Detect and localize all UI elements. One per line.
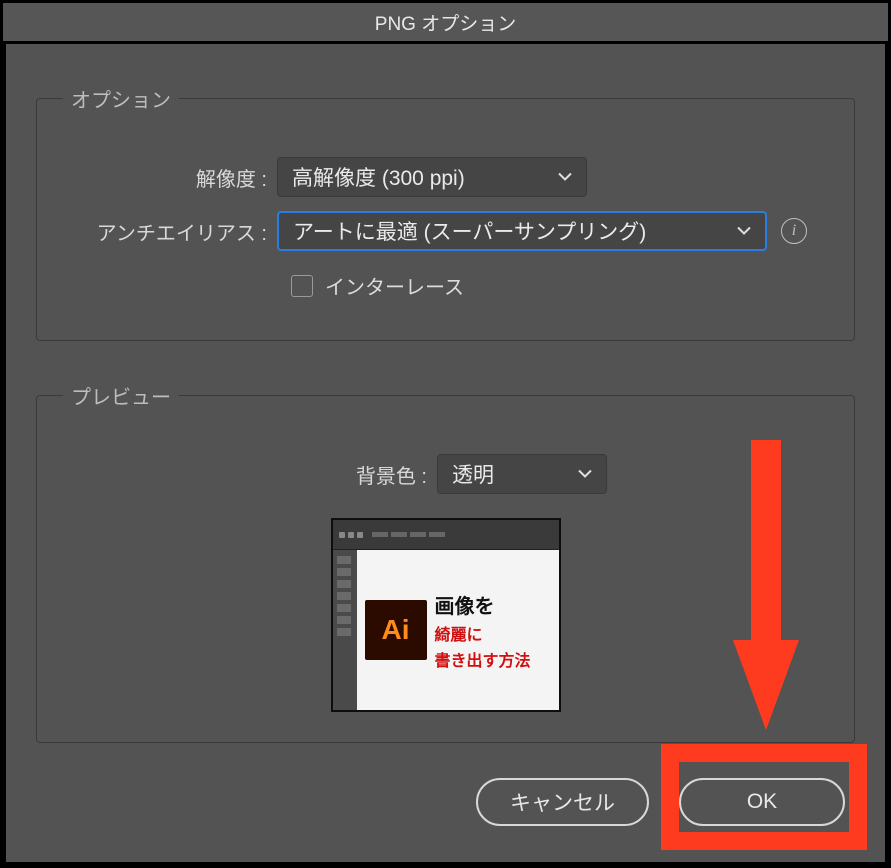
thumb-text: 画像を 綺麗に 書き出す方法 [435, 590, 551, 671]
thumb-canvas: Ai 画像を 綺麗に 書き出す方法 [357, 550, 559, 710]
chevron-down-icon [578, 467, 592, 482]
thumb-line1: 画像を [435, 590, 495, 619]
tool-icon [337, 568, 351, 576]
thumb-line3: 書き出す方法 [435, 647, 531, 671]
thumb-toolbar [333, 550, 357, 710]
resolution-row: 解像度 : 高解像度 (300 ppi) [57, 157, 834, 197]
resolution-value: 高解像度 (300 ppi) [292, 162, 465, 192]
menu-bar-icon [429, 532, 445, 537]
menu-bar-icon [391, 532, 407, 537]
annotation-highlight-box [661, 744, 867, 850]
preview-thumbnail-wrap: Ai 画像を 綺麗に 書き出す方法 [57, 518, 834, 712]
resolution-select[interactable]: 高解像度 (300 ppi) [277, 157, 587, 197]
interlace-row: インターレース [291, 271, 834, 300]
ai-badge-text: Ai [382, 614, 410, 646]
window-dot-icon [348, 532, 354, 538]
info-icon[interactable]: i [781, 218, 807, 244]
thumb-body: Ai 画像を 綺麗に 書き出す方法 [333, 550, 559, 710]
chevron-down-icon [737, 224, 751, 239]
window-dot-icon [357, 532, 363, 538]
resolution-label: 解像度 : [57, 163, 277, 192]
antialias-label: アンチエイリアス : [57, 217, 277, 246]
annotation-arrow-icon [733, 440, 799, 740]
tool-icon [337, 580, 351, 588]
ai-app-icon: Ai [365, 600, 427, 660]
bgcolor-select[interactable]: 透明 [437, 454, 607, 494]
bgcolor-label: 背景色 : [57, 460, 437, 489]
dialog-titlebar: PNG オプション [3, 3, 888, 41]
antialias-row: アンチエイリアス : アートに最適 (スーパーサンプリング) i [57, 211, 834, 251]
tool-icon [337, 628, 351, 636]
options-legend: オプション [63, 84, 179, 113]
bgcolor-value: 透明 [452, 459, 494, 489]
interlace-label: インターレース [325, 271, 464, 300]
bgcolor-row: 背景色 : 透明 [57, 454, 834, 494]
options-group: オプション 解像度 : 高解像度 (300 ppi) アンチエイリアス : アー… [36, 84, 855, 341]
dialog-window: PNG オプション オプション 解像度 : 高解像度 (300 ppi) アンチ… [0, 0, 891, 868]
thumb-line2: 綺麗に [435, 621, 483, 645]
preview-thumbnail: Ai 画像を 綺麗に 書き出す方法 [331, 518, 561, 712]
window-dot-icon [339, 532, 345, 538]
thumb-menubar [333, 520, 559, 550]
cancel-button-label: キャンセル [510, 787, 615, 817]
tool-icon [337, 556, 351, 564]
cancel-button[interactable]: キャンセル [476, 778, 649, 826]
thumb-menu-icons [372, 532, 445, 537]
dialog-body: オプション 解像度 : 高解像度 (300 ppi) アンチエイリアス : アー… [6, 44, 885, 862]
tool-icon [337, 592, 351, 600]
menu-bar-icon [410, 532, 426, 537]
menu-bar-icon [372, 532, 388, 537]
interlace-checkbox[interactable] [291, 275, 313, 297]
antialias-value: アートに最適 (スーパーサンプリング) [293, 216, 646, 246]
chevron-down-icon [558, 170, 572, 185]
dialog-title: PNG オプション [375, 9, 516, 36]
tool-icon [337, 604, 351, 612]
preview-legend: プレビュー [63, 381, 179, 410]
antialias-select[interactable]: アートに最適 (スーパーサンプリング) [277, 211, 767, 251]
tool-icon [337, 616, 351, 624]
